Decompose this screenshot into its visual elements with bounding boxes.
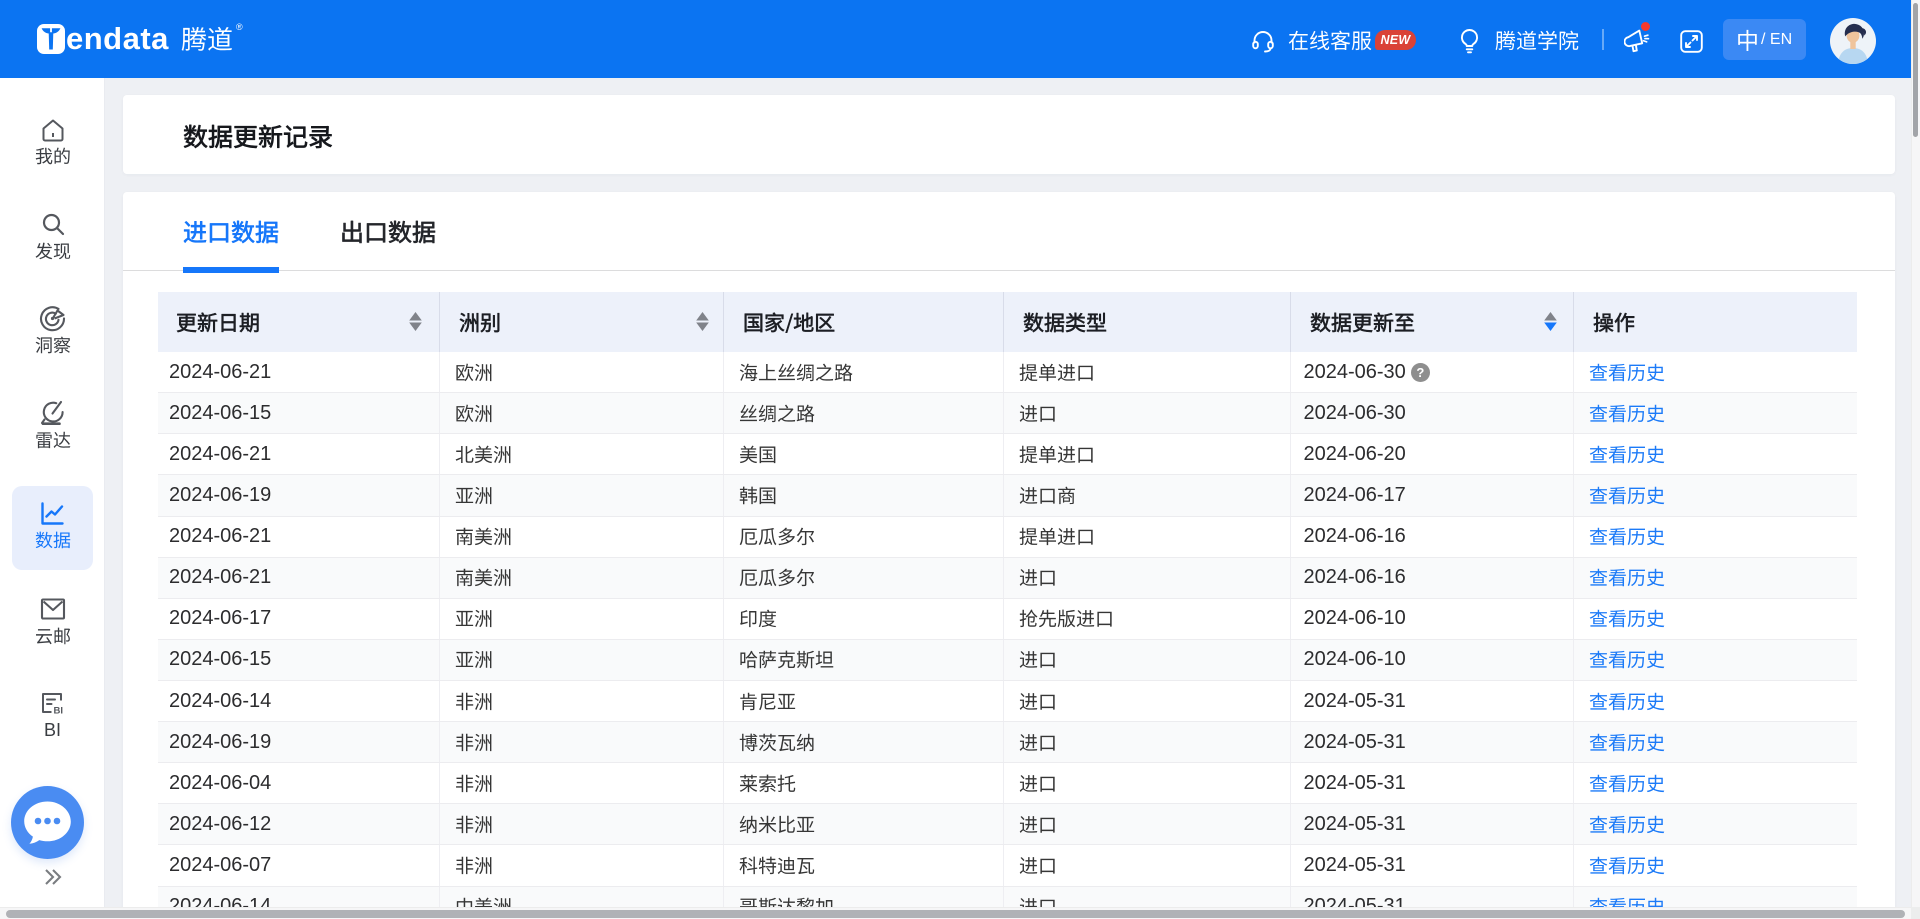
svg-text:BI: BI <box>54 706 64 717</box>
